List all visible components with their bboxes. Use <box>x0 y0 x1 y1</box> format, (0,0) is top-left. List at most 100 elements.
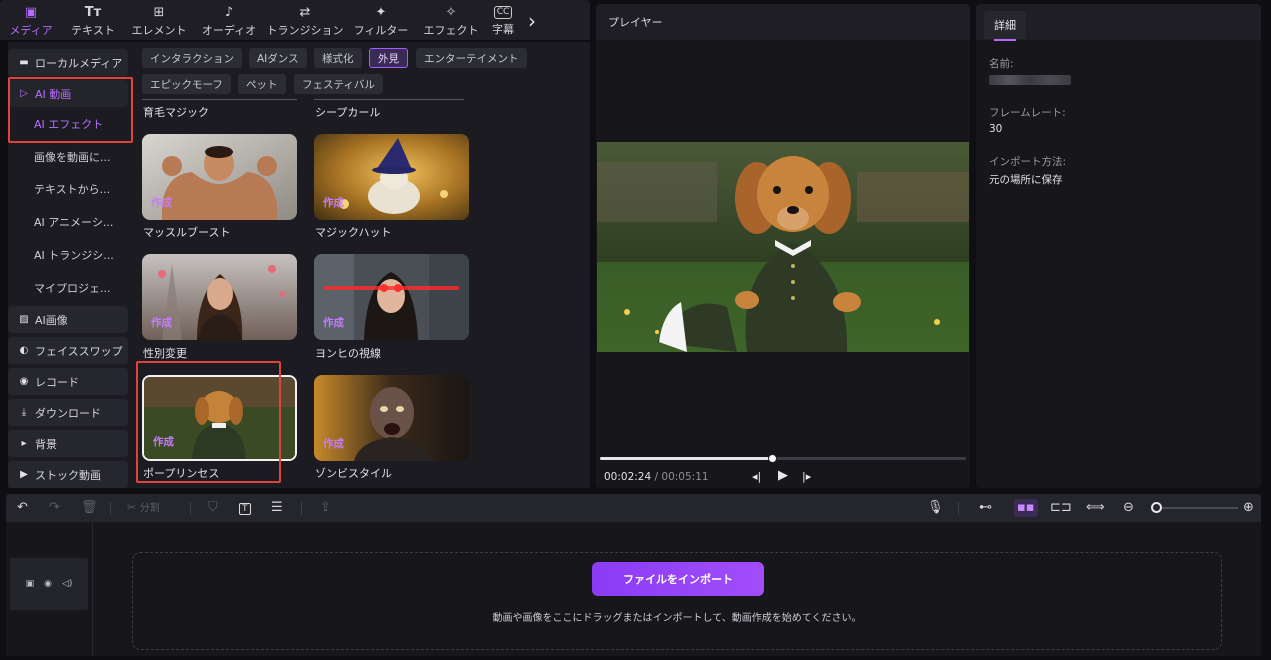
redo-icon: ↷ <box>49 500 60 515</box>
playback-progress-bar[interactable] <box>600 454 966 463</box>
effect-card-zombie-style[interactable]: 作成 <box>314 375 469 461</box>
current-time: 00:02:24 <box>604 471 652 483</box>
sidebar-subitem-my-project[interactable]: マイプロジェ... <box>34 277 130 299</box>
row-divider <box>314 99 464 100</box>
play-button[interactable]: ▶ <box>778 468 788 483</box>
shield-button[interactable]: ⛉ <box>208 499 218 517</box>
split-clip-button[interactable]: ⊏⊐ <box>1050 499 1072 517</box>
tab-elements[interactable]: ⊞ エレメント <box>124 0 194 40</box>
sidebar-item-ai-image[interactable]: ▨ AI画像 <box>8 306 128 333</box>
sidebar-subitem-ai-animation[interactable]: AI アニメーシ... <box>34 211 130 233</box>
row-divider <box>142 99 297 100</box>
tab-audio[interactable]: ♪ オーディオ <box>194 0 264 40</box>
sidebar-item-face-swap[interactable]: ◐ フェイススワップ <box>8 337 128 364</box>
sidebar-item-download[interactable]: ⤓ ダウンロード <box>8 399 128 426</box>
tab-details[interactable]: 詳細 <box>984 11 1026 41</box>
record-voice-button[interactable]: 🎙 <box>927 499 944 517</box>
eye-icon[interactable]: ◉ <box>44 579 52 589</box>
next-frame-button[interactable]: |▸ <box>802 470 811 483</box>
tab-text[interactable]: Tт テキスト <box>62 0 124 40</box>
filter-chip-epic-morph[interactable]: エピックモーフ <box>142 74 231 94</box>
sidebar-item-background[interactable]: ▸ 背景 <box>8 430 128 457</box>
create-label: 作成 <box>153 436 174 448</box>
filter-chip-stylize[interactable]: 様式化 <box>314 48 362 68</box>
video-frame <box>597 142 969 352</box>
tab-scroll-right-button[interactable]: › <box>520 0 544 40</box>
tab-transition[interactable]: ⇄ トランジション <box>264 0 346 40</box>
effect-card-muscle-boost[interactable]: 作成 <box>142 134 297 220</box>
filter-chip-pet[interactable]: ペット <box>238 74 286 94</box>
filter-icon: ✦ <box>375 4 387 20</box>
total-time: 00:05:11 <box>661 471 709 483</box>
toolbar-divider <box>301 502 302 515</box>
filter-chip-appearance[interactable]: 外見 <box>369 48 408 68</box>
zoom-slider-track[interactable] <box>1158 507 1238 509</box>
transition-icon: ⇄ <box>299 4 311 20</box>
create-label: 作成 <box>151 317 172 329</box>
filter-chip-interaction[interactable]: インタラクション <box>142 48 242 68</box>
effect-card-pup-princess[interactable]: 作成 <box>142 375 297 461</box>
delete-button[interactable]: 🗑 <box>81 499 98 517</box>
framerate-label: フレームレート: <box>989 107 1066 119</box>
tab-filter[interactable]: ✦ フィルター <box>346 0 416 40</box>
folder-icon: ▬ <box>19 56 29 68</box>
track-header: ▣ ◉ ◁) <box>10 558 88 610</box>
elements-icon: ⊞ <box>153 4 165 20</box>
details-panel: 詳細 名前: フレームレート: 30 インポート方法: 元の場所に保存 <box>976 4 1261 488</box>
media-icon: ▣ <box>24 4 38 20</box>
zoom-in-button[interactable]: ⊕ <box>1243 499 1254 517</box>
sidebar-item-stock-video[interactable]: ▶ ストック動画 <box>8 461 128 488</box>
sidebar-subitem-text-to-video[interactable]: テキストから... <box>34 178 130 200</box>
magnet-snap-button[interactable]: ▪▪ <box>1014 499 1038 517</box>
sidebar-item-label: 背景 <box>35 437 57 451</box>
fit-timeline-button[interactable]: ⟺ <box>1086 499 1105 517</box>
filter-chip-entertainment[interactable]: エンターテイメント <box>416 48 527 68</box>
progress-handle[interactable] <box>768 454 778 463</box>
link-icon: ⊷ <box>979 500 992 515</box>
import-method-label: インポート方法: <box>989 156 1067 168</box>
time-separator: / <box>654 471 659 483</box>
export-frame-button[interactable]: ⇪ <box>320 499 331 517</box>
play-icon: ▶ <box>778 468 788 483</box>
sidebar-item-label: AI画像 <box>35 313 68 327</box>
tab-label: オーディオ <box>201 23 257 37</box>
prev-frame-button[interactable]: ◂| <box>752 470 761 483</box>
tab-subtitle[interactable]: CC 字幕 <box>486 0 520 40</box>
undo-button[interactable]: ↶ <box>17 499 28 517</box>
video-preview[interactable] <box>597 142 969 352</box>
import-file-button[interactable]: ファイルをインポート <box>592 562 764 596</box>
speaker-icon[interactable]: ◁) <box>62 579 72 589</box>
subtitle-icon: CC <box>493 5 513 19</box>
auto-caption-button[interactable]: ☰ <box>271 499 283 517</box>
track-type-icon[interactable]: ▣ <box>26 579 35 589</box>
zoom-slider-handle[interactable] <box>1151 502 1162 513</box>
effect-card-magic-hat[interactable]: 作成 <box>314 134 469 220</box>
tab-effect[interactable]: ✧ エフェクト <box>416 0 486 40</box>
sidebar-item-label: AI 動画 <box>35 87 72 101</box>
zoom-out-button[interactable]: ⊖ <box>1123 499 1134 517</box>
snap-icon: ▪▪ <box>1017 500 1035 515</box>
microphone-icon: 🎙 <box>927 500 944 515</box>
media-drop-zone[interactable]: ファイルをインポート 動画や画像をここにドラッグまたはインポートして、動画作成を… <box>132 552 1222 650</box>
sidebar-item-ai-video[interactable]: ▷ AI 動画 <box>8 80 128 107</box>
effect-name: ヨンヒの視線 <box>315 347 381 360</box>
text-tool-button[interactable]: T <box>239 499 251 518</box>
toolbar-divider <box>110 502 111 515</box>
scissors-icon: ✂ <box>127 501 137 514</box>
tab-label: エレメント <box>131 23 187 37</box>
split-button[interactable]: ✂ 分割 <box>127 499 160 518</box>
sidebar-item-record[interactable]: ◉ レコード <box>8 368 128 395</box>
filter-chip-festival[interactable]: フェスティバル <box>294 74 383 94</box>
link-button[interactable]: ⊷ <box>979 499 992 517</box>
zoom-out-icon: ⊖ <box>1123 500 1134 515</box>
effect-card-gender-swap[interactable]: 作成 <box>142 254 297 340</box>
sidebar-subitem-ai-transition[interactable]: AI トランジシ... <box>34 244 130 266</box>
sidebar-item-label: ダウンロード <box>35 406 101 420</box>
sidebar-subitem-image-to-video[interactable]: 画像を動画に... <box>34 146 130 168</box>
sidebar-subitem-ai-effect[interactable]: AI エフェクト <box>34 113 130 135</box>
filter-chip-ai-dance[interactable]: AIダンス <box>249 48 307 68</box>
redo-button[interactable]: ↷ <box>49 499 60 517</box>
sidebar-item-local-media[interactable]: ▬ ローカルメディア <box>8 49 128 76</box>
effect-card-younghee-gaze[interactable]: 作成 <box>314 254 469 340</box>
tab-media[interactable]: ▣ メディア <box>0 0 62 40</box>
